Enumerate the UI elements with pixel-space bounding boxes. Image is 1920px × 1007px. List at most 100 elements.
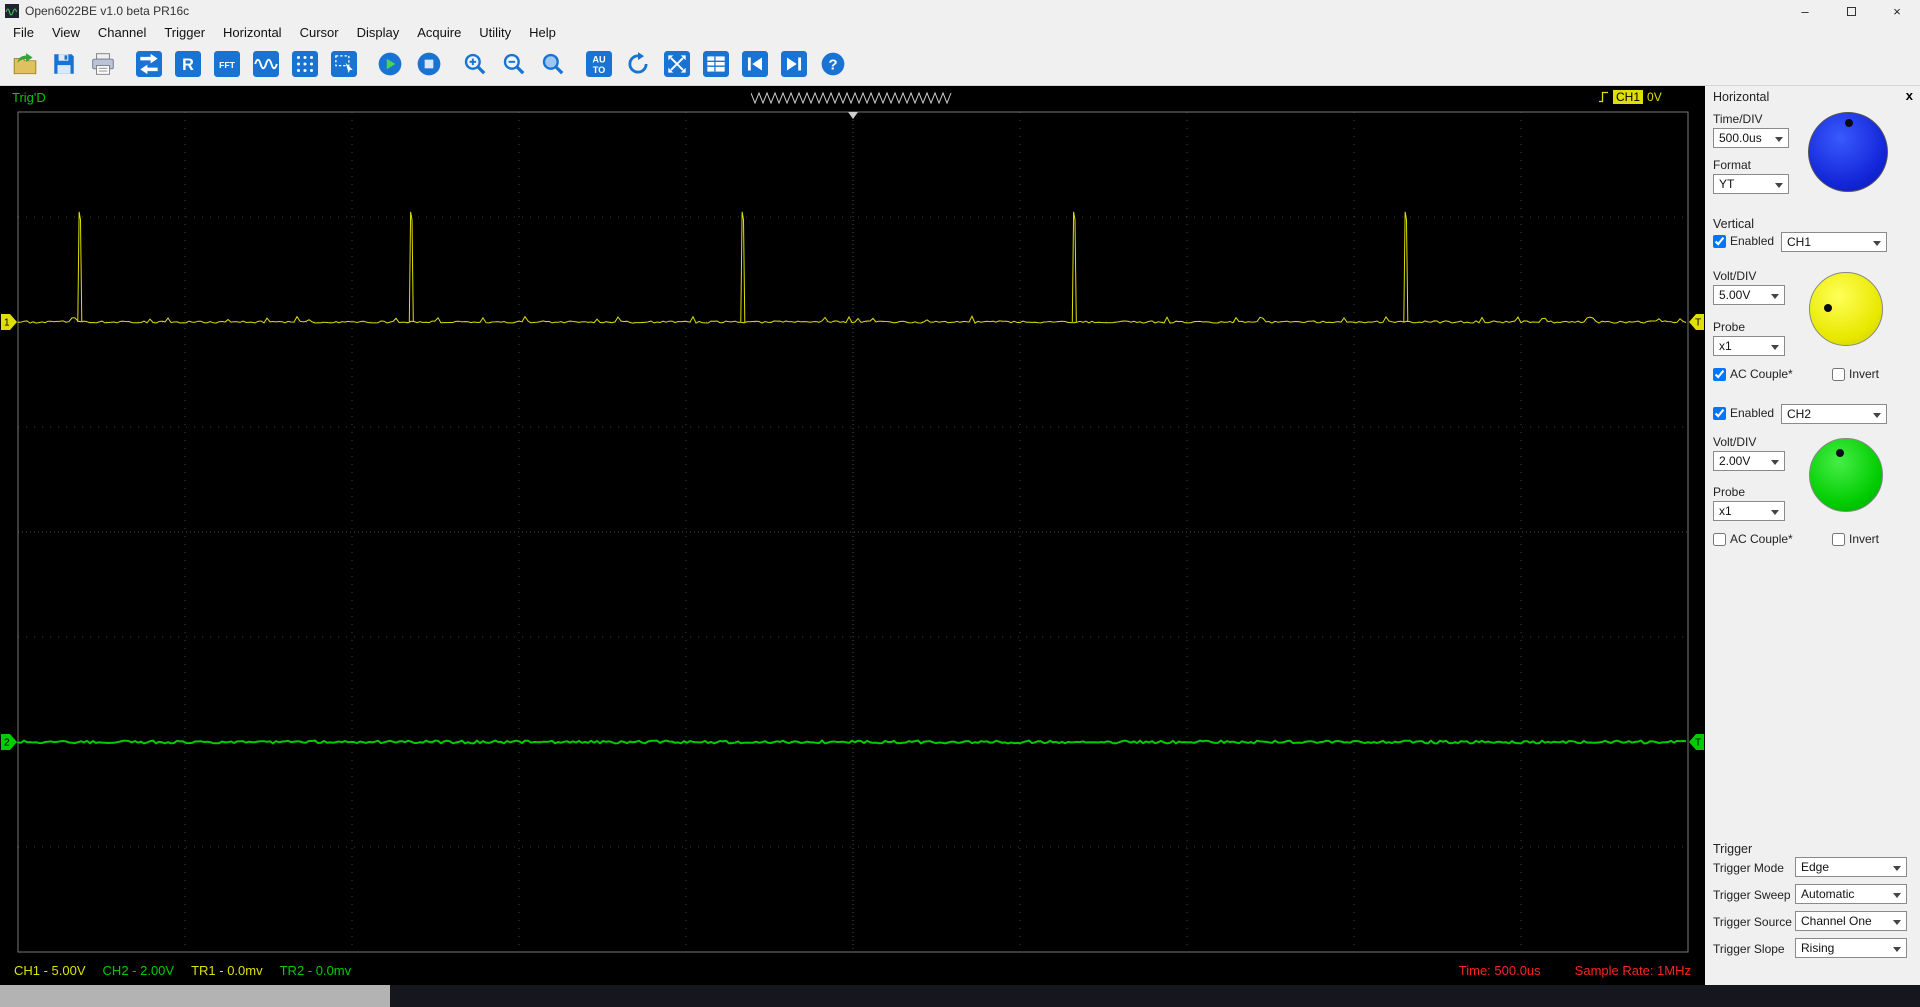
title-bar: Open6022BE v1.0 beta PR16c – × (0, 0, 1920, 22)
menu-bar: File View Channel Trigger Horizontal Cur… (0, 22, 1920, 43)
ch1-enabled-row: Enabled (1713, 234, 1774, 248)
trigger-source-select[interactable]: Channel One (1795, 911, 1907, 931)
print-button[interactable] (88, 49, 118, 79)
swap-channels-button[interactable] (134, 49, 164, 79)
ch1-ac-couple-label: AC Couple* (1730, 367, 1793, 381)
trigger-slope-select[interactable]: Rising (1795, 938, 1907, 958)
zoom-in-button[interactable] (460, 49, 490, 79)
menu-display[interactable]: Display (348, 22, 409, 43)
zoom-out-button[interactable] (499, 49, 529, 79)
menu-utility[interactable]: Utility (470, 22, 520, 43)
status-sample-rate: Sample Rate: 1MHz (1574, 962, 1691, 978)
stop-button[interactable] (414, 49, 444, 79)
fullscreen-button[interactable] (662, 49, 692, 79)
zoom-in-icon (464, 53, 486, 75)
format-select[interactable]: YT (1713, 174, 1789, 194)
status-tr1-level: TR1 - 0.0mv (191, 962, 263, 978)
ch1-enabled-checkbox[interactable] (1713, 234, 1726, 248)
ch1-probe-select[interactable]: x1 (1713, 336, 1785, 356)
refresh-button[interactable] (623, 49, 653, 79)
trigger-sweep-label: Trigger Sweep (1713, 888, 1791, 902)
measure-table-button[interactable] (701, 49, 731, 79)
maximize-button[interactable] (1828, 0, 1874, 22)
sine-wave-icon (253, 51, 279, 77)
zoom-window-icon (542, 53, 564, 75)
knob-indicator-dot (1824, 304, 1832, 312)
scope-display: Trig'D CH1 0V 1 2 T T CH1 - 5.00V CH2 - 2.0… (0, 86, 1705, 985)
svg-text:?: ? (828, 56, 837, 73)
trigger-status: Trig'D (12, 90, 46, 105)
autoset-button[interactable]: AU TO (584, 49, 614, 79)
ch1-ac-couple-checkbox[interactable] (1713, 367, 1726, 381)
knob-indicator-dot (1845, 119, 1853, 127)
selection-button[interactable] (329, 49, 359, 79)
sample-display-button[interactable] (290, 49, 320, 79)
ch2-enabled-checkbox[interactable] (1713, 406, 1726, 420)
menu-help[interactable]: Help (520, 22, 565, 43)
menu-view[interactable]: View (43, 22, 89, 43)
ch2-voltdiv-knob[interactable] (1809, 438, 1883, 512)
ch1-channel-select[interactable]: CH1 (1781, 232, 1887, 252)
svg-text:1: 1 (4, 318, 10, 329)
ch1-probe-label: Probe (1713, 320, 1746, 334)
trigger-mode-select[interactable]: Edge (1795, 857, 1907, 877)
horizontal-section-title: Horizontal (1713, 90, 1770, 104)
knob-indicator-dot (1836, 449, 1844, 457)
reference-button[interactable]: R (173, 49, 203, 79)
panel-close-button[interactable]: x (1906, 88, 1913, 103)
ch2-channel-select[interactable]: CH2 (1781, 404, 1887, 424)
zoom-window-button[interactable] (538, 49, 568, 79)
menu-trigger[interactable]: Trigger (155, 22, 214, 43)
timediv-select[interactable]: 500.0us (1713, 128, 1789, 148)
previous-frame-button[interactable] (740, 49, 770, 79)
play-icon (378, 52, 402, 76)
ch2-voltdiv-select[interactable]: 2.00V (1713, 451, 1785, 471)
ch2-enabled-row: Enabled (1713, 406, 1774, 420)
open-folder-icon (13, 53, 37, 75)
fft-button[interactable]: FFT (212, 49, 242, 79)
ch1-invert-checkbox[interactable] (1832, 367, 1845, 381)
next-frame-button[interactable] (779, 49, 809, 79)
preview-waveform (750, 91, 952, 105)
ch2-invert-label: Invert (1849, 532, 1880, 546)
scope-graticule[interactable]: 1 2 T T (0, 110, 1705, 955)
trigger-edge-icon (1599, 91, 1608, 103)
taskbar-app-window[interactable] (0, 985, 390, 1007)
waveform-mode-button[interactable] (251, 49, 281, 79)
ch2-probe-select[interactable]: x1 (1713, 501, 1785, 521)
status-ch1-voltdiv: CH1 - 5.00V (14, 962, 86, 978)
control-panel: x Horizontal Time/DIV 500.0us Format YT … (1705, 86, 1920, 985)
help-button[interactable]: ? (818, 49, 848, 79)
format-label: Format (1713, 158, 1752, 172)
ch1-voltdiv-knob[interactable] (1809, 272, 1883, 346)
open-button[interactable] (10, 49, 40, 79)
ch1-invert-row: Invert (1832, 367, 1879, 381)
zoom-out-icon (503, 53, 525, 75)
ch2-invert-checkbox[interactable] (1832, 532, 1845, 546)
fft-icon: FFT (214, 51, 240, 77)
ch1-voltdiv-label: Volt/DIV (1713, 269, 1757, 283)
ch2-probe-label: Probe (1713, 485, 1746, 499)
trigger-indicator: CH1 0V (1598, 90, 1662, 104)
ch2-voltdiv-label: Volt/DIV (1713, 435, 1757, 449)
trigger-sweep-select[interactable]: Automatic (1795, 884, 1907, 904)
svg-text:T: T (1695, 738, 1701, 749)
trigger-slope-label: Trigger Slope (1713, 942, 1785, 956)
save-button[interactable] (49, 49, 79, 79)
horizontal-knob[interactable] (1808, 112, 1888, 192)
print-icon (92, 53, 114, 75)
menu-file[interactable]: File (4, 22, 43, 43)
status-tr2-level: TR2 - 0.0mv (279, 962, 352, 978)
trigger-channel-badge: CH1 (1613, 90, 1644, 104)
trigger-position-preview[interactable] (750, 91, 953, 105)
ch1-voltdiv-select[interactable]: 5.00V (1713, 285, 1785, 305)
ch2-ac-couple-checkbox[interactable] (1713, 532, 1726, 546)
minimize-button[interactable]: – (1782, 0, 1828, 22)
menu-channel[interactable]: Channel (89, 22, 155, 43)
menu-cursor[interactable]: Cursor (291, 22, 348, 43)
menu-horizontal[interactable]: Horizontal (214, 22, 291, 43)
svg-text:2: 2 (4, 738, 10, 749)
start-button[interactable] (375, 49, 405, 79)
menu-acquire[interactable]: Acquire (408, 22, 470, 43)
close-button[interactable]: × (1874, 0, 1920, 22)
